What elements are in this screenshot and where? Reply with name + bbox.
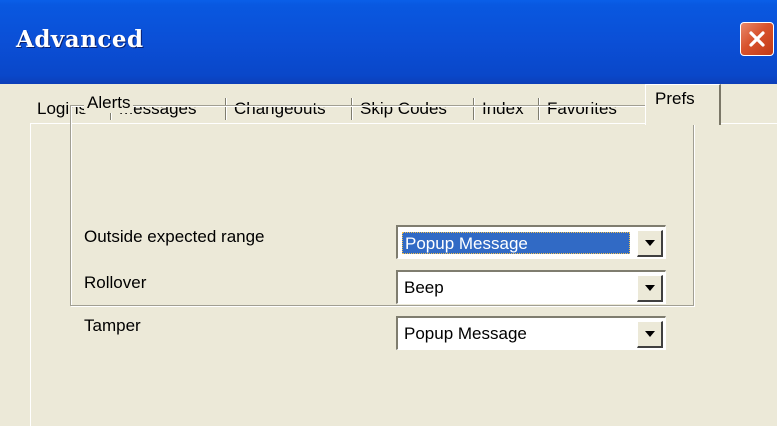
tamper-select[interactable]: Popup Message: [396, 316, 666, 350]
rollover-select[interactable]: Beep: [396, 270, 666, 304]
chevron-down-icon: [644, 240, 655, 246]
chevron-down-icon: [644, 331, 655, 337]
outside-expected-range-select[interactable]: Popup Message: [396, 225, 666, 259]
title-bar[interactable]: Advanced: [0, 0, 777, 84]
select-value: Popup Message: [404, 324, 527, 343]
advanced-dialog: Advanced Logins Messages Changeouts Skip…: [0, 0, 777, 426]
tamper-label: Tamper: [84, 316, 141, 335]
window-title: Advanced: [16, 26, 144, 53]
dropdown-button[interactable]: [637, 230, 663, 257]
select-value: Beep: [404, 278, 444, 297]
chevron-down-icon: [644, 285, 655, 291]
dropdown-button[interactable]: [637, 275, 663, 302]
close-button[interactable]: [740, 22, 774, 56]
alerts-group-label: Alerts: [84, 93, 134, 113]
dropdown-button[interactable]: [637, 321, 663, 348]
tab-label: Prefs: [655, 89, 695, 108]
outside-expected-range-label: Outside expected range: [84, 227, 265, 246]
rollover-label: Rollover: [84, 273, 147, 292]
tab-prefs[interactable]: Prefs: [645, 84, 721, 125]
close-icon: [749, 31, 765, 47]
select-value: Popup Message: [402, 232, 630, 254]
